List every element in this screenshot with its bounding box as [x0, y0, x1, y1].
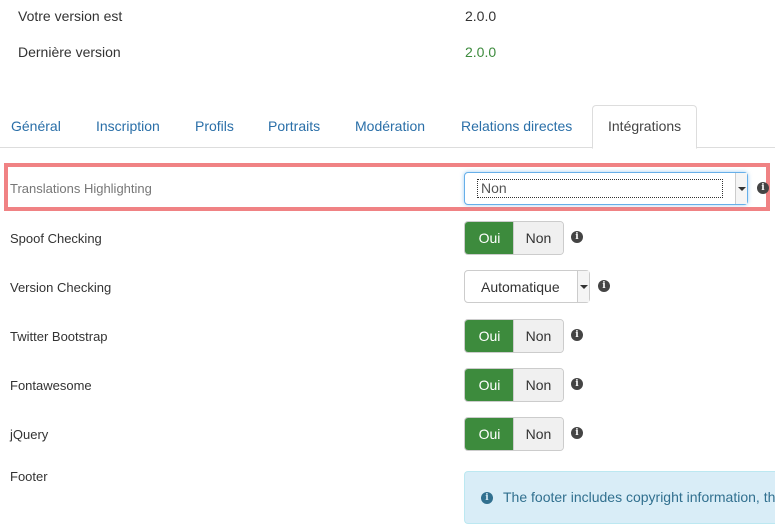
info-icon: i: [481, 492, 493, 504]
twitter-bootstrap-yes-button[interactable]: Oui: [465, 320, 514, 352]
chevron-down-icon: [735, 173, 747, 204]
jquery-toggle: Oui Non: [464, 417, 564, 451]
footer-info-text: The footer includes copyright informatio…: [503, 489, 775, 505]
info-icon[interactable]: i: [571, 427, 583, 439]
tab-general[interactable]: Général: [0, 105, 72, 146]
tab-inscription[interactable]: Inscription: [85, 105, 171, 146]
latest-version-label: Dernière version: [18, 44, 121, 60]
info-icon[interactable]: i: [571, 329, 583, 341]
version-checking-select[interactable]: Automatique: [464, 270, 590, 303]
version-checking-label: Version Checking: [10, 280, 112, 295]
spoof-checking-label: Spoof Checking: [10, 231, 102, 246]
jquery-no-button[interactable]: Non: [513, 418, 563, 450]
fontawesome-yes-button[interactable]: Oui: [465, 369, 514, 401]
current-version-value: 2.0.0: [465, 8, 497, 24]
translations-highlighting-label: Translations Highlighting: [10, 181, 152, 196]
twitter-bootstrap-toggle: Oui Non: [464, 319, 564, 353]
twitter-bootstrap-no-button[interactable]: Non: [513, 320, 563, 352]
info-icon[interactable]: i: [571, 378, 583, 390]
spoof-checking-no-button[interactable]: Non: [513, 222, 563, 254]
jquery-yes-button[interactable]: Oui: [465, 418, 514, 450]
fontawesome-no-button[interactable]: Non: [513, 369, 563, 401]
chevron-down-icon: [577, 271, 589, 302]
latest-version-value: 2.0.0: [465, 44, 497, 60]
tab-integrations[interactable]: Intégrations: [592, 105, 698, 149]
jquery-label: jQuery: [10, 427, 49, 442]
footer-info-alert: i The footer includes copyright informat…: [464, 471, 775, 524]
settings-tabs: Général Inscription Profils Portraits Mo…: [0, 105, 775, 149]
fontawesome-toggle: Oui Non: [464, 368, 564, 402]
version-checking-value: Automatique: [481, 279, 560, 295]
twitter-bootstrap-label: Twitter Bootstrap: [10, 329, 108, 344]
select-focus-ring: [477, 179, 723, 198]
tab-relations-directes[interactable]: Relations directes: [450, 105, 583, 146]
info-icon[interactable]: i: [757, 182, 769, 194]
spoof-checking-yes-button[interactable]: Oui: [465, 222, 514, 254]
tab-portraits[interactable]: Portraits: [257, 105, 331, 146]
current-version-label: Votre version est: [18, 8, 123, 24]
info-icon[interactable]: i: [598, 280, 610, 292]
tab-profils[interactable]: Profils: [184, 105, 245, 146]
tab-moderation[interactable]: Modération: [344, 105, 436, 146]
spoof-checking-toggle: Oui Non: [464, 221, 564, 255]
info-icon[interactable]: i: [571, 231, 583, 243]
translations-highlighting-value: Non: [481, 180, 507, 196]
footer-label: Footer: [10, 469, 48, 484]
fontawesome-label: Fontawesome: [10, 378, 92, 393]
translations-highlighting-select[interactable]: Non: [464, 172, 748, 205]
